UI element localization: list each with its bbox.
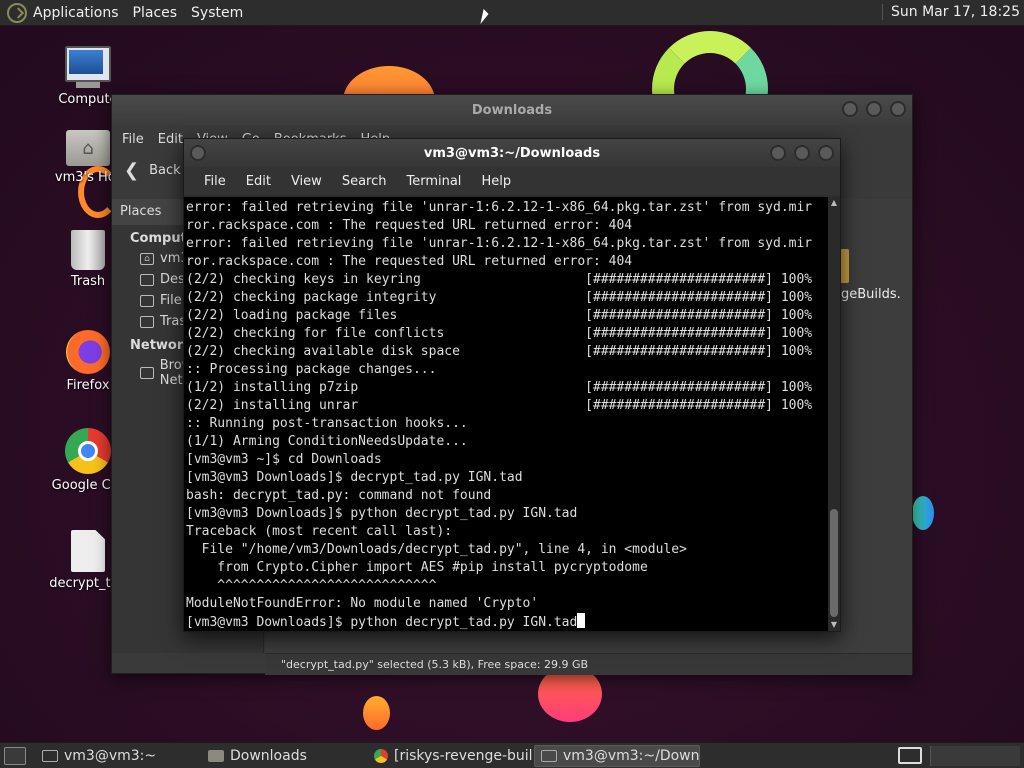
menu-edit[interactable]: Edit	[158, 132, 183, 147]
desktop-icon	[140, 273, 154, 286]
terminal-titlebar[interactable]: vm3@vm3:~/Downloads	[184, 139, 840, 167]
terminal-scrollbar[interactable]: ▲ ▼	[828, 197, 840, 631]
minimize-button[interactable]	[842, 101, 858, 117]
terminal-line: ModuleNotFoundError: No module named 'Cr…	[186, 596, 539, 611]
terminal-icon	[42, 749, 58, 762]
text-cursor	[577, 613, 586, 628]
back-arrow-icon[interactable]: ❮	[124, 160, 139, 181]
terminal-line: ror.rackspace.com : The requested URL re…	[186, 218, 633, 233]
taskbar-item-downloads[interactable]: Downloads	[202, 745, 368, 767]
menu-file[interactable]: File	[194, 174, 236, 189]
maximize-button[interactable]	[866, 101, 882, 117]
close-button[interactable]	[818, 145, 834, 161]
menu-view[interactable]: View	[281, 174, 332, 189]
terminal-line: [vm3@vm3 ~]$ cd Downloads	[186, 452, 382, 467]
back-button[interactable]: Back	[149, 163, 181, 178]
distro-logo-icon[interactable]	[7, 2, 27, 23]
terminal-line: from Crypto.Cipher import AES #pip insta…	[186, 560, 648, 575]
taskbar-item-label: vm3@vm3:~/Downl...	[563, 747, 700, 764]
taskbar-item-terminal-home[interactable]: vm3@vm3:~	[36, 745, 202, 767]
terminal-line: Traceback (most recent call last):	[186, 524, 453, 539]
menu-edit[interactable]: Edit	[236, 174, 281, 189]
menu-help[interactable]: Help	[471, 174, 521, 189]
terminal-line: (2/2) checking package integrity [######…	[186, 290, 813, 305]
terminal-prompt-line[interactable]: [vm3@vm3 Downloads]$ python decrypt_tad.…	[186, 613, 828, 631]
terminal-output[interactable]: error: failed retrieving file 'unrar-1:6…	[184, 197, 828, 631]
taskbar-item-label: [riskys-revenge-buil...	[394, 747, 534, 764]
taskbar-item-label: Downloads	[230, 747, 307, 764]
places-menu[interactable]: Places	[133, 5, 178, 21]
menu-file[interactable]: File	[122, 132, 144, 147]
scrollbar-thumb[interactable]	[830, 509, 838, 617]
terminal-icon	[541, 749, 557, 762]
terminal-line: (2/2) installing unrar [################…	[186, 398, 813, 413]
applications-menu[interactable]: Applications	[33, 5, 119, 21]
terminal-window: vm3@vm3:~/Downloads File Edit View Searc…	[183, 138, 841, 632]
workspace-switcher[interactable]	[930, 746, 1020, 766]
status-bar: "decrypt_tad.py" selected (5.3 kB), Free…	[265, 653, 912, 675]
close-button[interactable]	[890, 101, 906, 117]
scroll-up-arrow-icon[interactable]: ▲	[828, 197, 840, 209]
menu-terminal[interactable]: Terminal	[396, 174, 471, 189]
window-controls	[770, 145, 834, 161]
trash-icon	[71, 230, 105, 270]
terminal-line: [vm3@vm3 Downloads]$ decrypt_tad.py IGN.…	[186, 470, 523, 485]
terminal-line: ror.rackspace.com : The requested URL re…	[186, 254, 633, 269]
terminal-line: error: failed retrieving file 'unrar-1:6…	[186, 200, 813, 215]
terminal-line: (2/2) checking for file conflicts [#####…	[186, 326, 813, 341]
network-icon	[140, 367, 154, 379]
system-menu[interactable]: System	[191, 5, 243, 21]
terminal-line: (1/2) installing p7zip [################…	[186, 380, 813, 395]
terminal-line: (2/2) loading package files [###########…	[186, 308, 813, 323]
prompt-text: [vm3@vm3 Downloads]$ python decrypt_tad.…	[186, 615, 578, 630]
file-item-label[interactable]: geBuilds.	[841, 287, 901, 302]
chrome-icon	[65, 428, 111, 474]
terminal-line: (1/1) Arming ConditionNeedsUpdate...	[186, 434, 468, 449]
minimize-button[interactable]	[770, 145, 786, 161]
chrome-icon	[374, 748, 388, 763]
window-title: vm3@vm3:~/Downloads	[423, 145, 601, 161]
terminal-line: [vm3@vm3 Downloads]$ python decrypt_tad.…	[186, 506, 578, 521]
taskbar-item-label: vm3@vm3:~	[64, 747, 157, 764]
window-menu-controls	[190, 145, 206, 161]
top-panel: Applications Places System Sun Mar 17, 1…	[0, 0, 1024, 26]
window-menu-button[interactable]	[190, 145, 206, 161]
maximize-button[interactable]	[794, 145, 810, 161]
terminal-line: (2/2) checking available disk space [###…	[186, 344, 813, 359]
window-title: Downloads	[471, 102, 553, 118]
show-desktop-icon[interactable]	[4, 746, 26, 765]
scroll-down-arrow-icon[interactable]: ▼	[828, 619, 840, 631]
computer-icon	[65, 46, 111, 88]
clock[interactable]: Sun Mar 17, 18:25	[881, 4, 1020, 20]
file-manager-titlebar[interactable]: Downloads	[112, 95, 912, 125]
terminal-line: :: Processing package changes...	[186, 362, 437, 377]
window-controls	[842, 101, 906, 117]
drive-icon	[140, 294, 154, 307]
home-icon: ⌂	[140, 252, 154, 265]
wallpaper-shape	[363, 696, 390, 730]
terminal-menubar: File Edit View Search Terminal Help	[184, 167, 840, 195]
wallpaper-shape	[912, 496, 934, 530]
firefox-icon	[66, 330, 110, 374]
terminal-line: ^^^^^^^^^^^^^^^^^^^^^^^^^^^^	[186, 578, 437, 593]
terminal-line: File "/home/vm3/Downloads/decrypt_tad.py…	[186, 542, 687, 557]
home-folder-icon: ⌂	[66, 130, 110, 166]
menu-search[interactable]: Search	[332, 174, 397, 189]
folder-icon	[208, 749, 224, 762]
terminal-line: error: failed retrieving file 'unrar-1:6…	[186, 236, 813, 251]
taskbar-item-terminal-downloads[interactable]: vm3@vm3:~/Downl...	[534, 744, 700, 767]
terminal-line: bash: decrypt_tad.py: command not found	[186, 488, 492, 503]
taskbar-item-chrome[interactable]: [riskys-revenge-buil...	[368, 745, 534, 767]
terminal-line: (2/2) checking keys in keyring [########…	[186, 272, 813, 287]
terminal-line: :: Running post-transaction hooks...	[186, 416, 468, 431]
file-icon	[71, 530, 105, 572]
trash-icon	[140, 315, 154, 328]
workspace-switcher-icon[interactable]	[898, 747, 922, 764]
bottom-panel: vm3@vm3:~ Downloads [riskys-revenge-buil…	[0, 742, 1024, 768]
